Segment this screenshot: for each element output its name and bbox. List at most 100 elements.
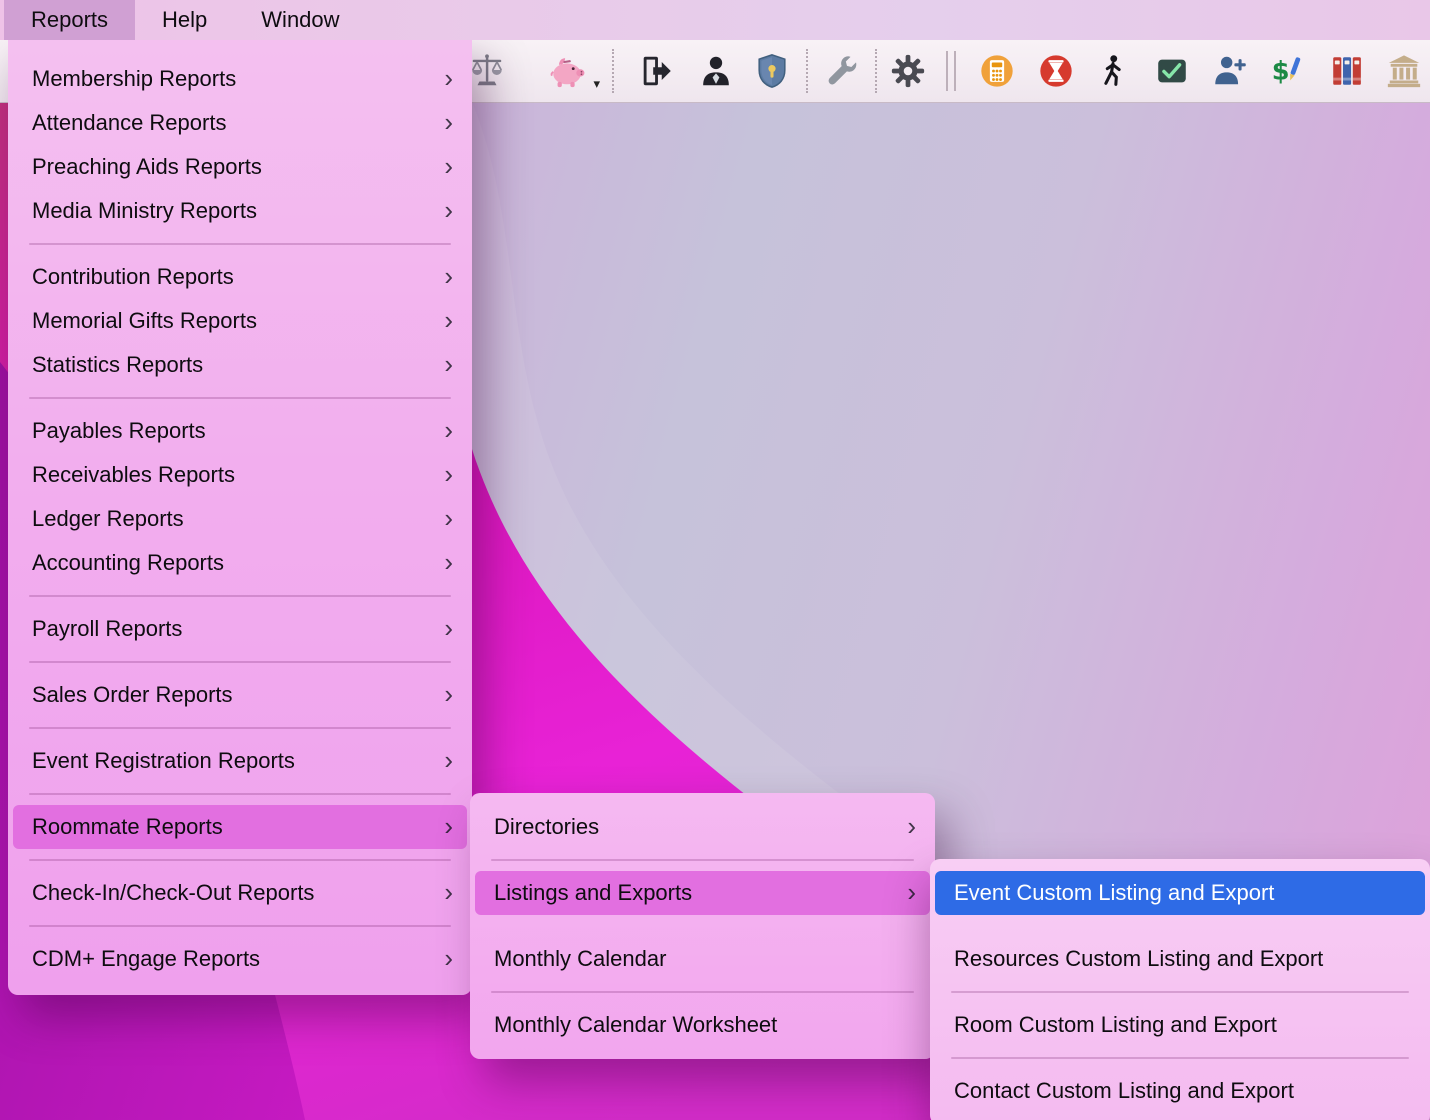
menu-item-contribution-reports[interactable]: Contribution Reports › (13, 255, 467, 299)
menu-item-attendance-reports[interactable]: Attendance Reports › (13, 101, 467, 145)
toolbar-button-security[interactable] (748, 46, 796, 96)
toolbar-button-piggy-bank[interactable]: ▾ (544, 46, 592, 96)
menu-separator (29, 783, 451, 805)
chevron-right-icon: › (444, 351, 453, 377)
menu-item-label: Sales Order Reports (32, 682, 444, 708)
dropdown-caret-icon: ▾ (593, 77, 600, 90)
menu-item-event-custom-listing-and-export[interactable]: Event Custom Listing and Export (935, 871, 1425, 915)
menubar-item-window[interactable]: Window (234, 0, 366, 40)
menu-item-membership-reports[interactable]: Membership Reports › (13, 57, 467, 101)
security-shield-icon (753, 52, 791, 90)
menu-item-label: Memorial Gifts Reports (32, 308, 444, 334)
listings-and-exports-submenu: Event Custom Listing and Export Resource… (930, 859, 1430, 1120)
menu-item-directories[interactable]: Directories › (475, 805, 930, 849)
menu-item-preaching-aids-reports[interactable]: Preaching Aids Reports › (13, 145, 467, 189)
toolbar-button-logout[interactable] (633, 46, 681, 96)
roommate-reports-submenu: Directories › Listings and Exports › Mon… (470, 793, 935, 1059)
menu-item-label: Contact Custom Listing and Export (954, 1078, 1411, 1104)
chevron-right-icon: › (444, 505, 453, 531)
menu-item-label: CDM+ Engage Reports (32, 946, 444, 972)
menu-item-event-registration-reports[interactable]: Event Registration Reports › (13, 739, 467, 783)
menu-item-label: Accounting Reports (32, 550, 444, 576)
menu-bar: Reports Help Window (0, 0, 1430, 40)
menubar-item-help[interactable]: Help (135, 0, 234, 40)
toolbar-separator (612, 49, 614, 93)
menu-item-label: Statistics Reports (32, 352, 444, 378)
menu-item-label: Check-In/Check-Out Reports (32, 880, 444, 906)
menu-item-sales-order-reports[interactable]: Sales Order Reports › (13, 673, 467, 717)
menu-item-label: Directories (494, 814, 907, 840)
menu-item-label: Payroll Reports (32, 616, 444, 642)
menu-item-monthly-calendar[interactable]: Monthly Calendar (475, 937, 930, 981)
balance-scale-icon (468, 52, 506, 90)
hourglass-icon (1037, 52, 1075, 90)
chevron-right-icon: › (444, 945, 453, 971)
wrench-icon (824, 52, 862, 90)
menu-separator (29, 233, 451, 255)
toolbar-button-membership[interactable] (1206, 46, 1254, 96)
toolbar-button-giving[interactable]: $ (1263, 46, 1311, 96)
menu-separator (29, 651, 451, 673)
check-note-icon (1153, 52, 1191, 90)
menu-item-receivables-reports[interactable]: Receivables Reports › (13, 453, 467, 497)
menu-item-label: Room Custom Listing and Export (954, 1012, 1411, 1038)
menu-item-check-in-check-out-reports[interactable]: Check-In/Check-Out Reports › (13, 871, 467, 915)
toolbar-button-utilities[interactable] (819, 46, 867, 96)
menu-item-label: Receivables Reports (32, 462, 444, 488)
menu-item-label: Listings and Exports (494, 880, 907, 906)
calculator-icon (978, 52, 1016, 90)
chevron-right-icon: › (444, 65, 453, 91)
chevron-right-icon: › (444, 197, 453, 223)
menu-separator (491, 849, 914, 871)
menu-item-contact-custom-listing-and-export[interactable]: Contact Custom Listing and Export (935, 1069, 1425, 1113)
chevron-right-icon: › (444, 681, 453, 707)
menu-item-statistics-reports[interactable]: Statistics Reports › (13, 343, 467, 387)
reports-dropdown-menu: Membership Reports › Attendance Reports … (8, 40, 472, 995)
menu-item-media-ministry-reports[interactable]: Media Ministry Reports › (13, 189, 467, 233)
chevron-right-icon: › (907, 879, 916, 905)
toolbar-button-preferences[interactable] (884, 46, 932, 96)
toolbar-button-time[interactable] (1032, 46, 1080, 96)
menu-item-payroll-reports[interactable]: Payroll Reports › (13, 607, 467, 651)
menu-item-room-custom-listing-and-export[interactable]: Room Custom Listing and Export (935, 1003, 1425, 1047)
toolbar-button-bank[interactable] (1380, 46, 1428, 96)
menu-item-memorial-gifts-reports[interactable]: Memorial Gifts Reports › (13, 299, 467, 343)
menu-separator (29, 585, 451, 607)
menu-separator (491, 981, 914, 1003)
menu-item-label: Preaching Aids Reports (32, 154, 444, 180)
menu-item-ledger-reports[interactable]: Ledger Reports › (13, 497, 467, 541)
person-icon (697, 52, 735, 90)
toolbar-button-user[interactable] (692, 46, 740, 96)
menu-item-label: Event Custom Listing and Export (954, 880, 1411, 906)
chevron-right-icon: › (444, 461, 453, 487)
chevron-right-icon: › (444, 615, 453, 641)
menu-item-label: Ledger Reports (32, 506, 444, 532)
toolbar-separator (806, 49, 808, 93)
menu-item-resources-custom-listing-and-export[interactable]: Resources Custom Listing and Export (935, 937, 1425, 981)
menu-item-payables-reports[interactable]: Payables Reports › (13, 409, 467, 453)
menu-item-accounting-reports[interactable]: Accounting Reports › (13, 541, 467, 585)
menu-item-label: Monthly Calendar (494, 946, 916, 972)
menu-separator (951, 1047, 1409, 1069)
toolbar-separator (875, 49, 877, 93)
menu-item-label: Monthly Calendar Worksheet (494, 1012, 916, 1038)
menu-item-label: Contribution Reports (32, 264, 444, 290)
chevron-right-icon: › (444, 109, 453, 135)
binders-icon (1328, 52, 1366, 90)
menu-item-label: Attendance Reports (32, 110, 444, 136)
toolbar-button-contributions[interactable] (973, 46, 1021, 96)
menubar-item-reports[interactable]: Reports (4, 0, 135, 40)
menu-item-listings-and-exports[interactable]: Listings and Exports › (475, 871, 930, 915)
menu-item-cdm-engage-reports[interactable]: CDM+ Engage Reports › (13, 937, 467, 981)
menu-separator (951, 981, 1409, 1003)
menu-item-monthly-calendar-worksheet[interactable]: Monthly Calendar Worksheet (475, 1003, 930, 1047)
toolbar-button-attendance[interactable] (1148, 46, 1196, 96)
toolbar-button-ledger[interactable] (1323, 46, 1371, 96)
toolbar-double-separator (946, 51, 956, 91)
bank-building-icon (1385, 52, 1423, 90)
person-add-icon (1211, 52, 1249, 90)
walking-person-icon (1094, 52, 1132, 90)
menu-item-roommate-reports[interactable]: Roommate Reports › (13, 805, 467, 849)
toolbar-button-visitation[interactable] (1089, 46, 1137, 96)
chevron-right-icon: › (907, 813, 916, 839)
